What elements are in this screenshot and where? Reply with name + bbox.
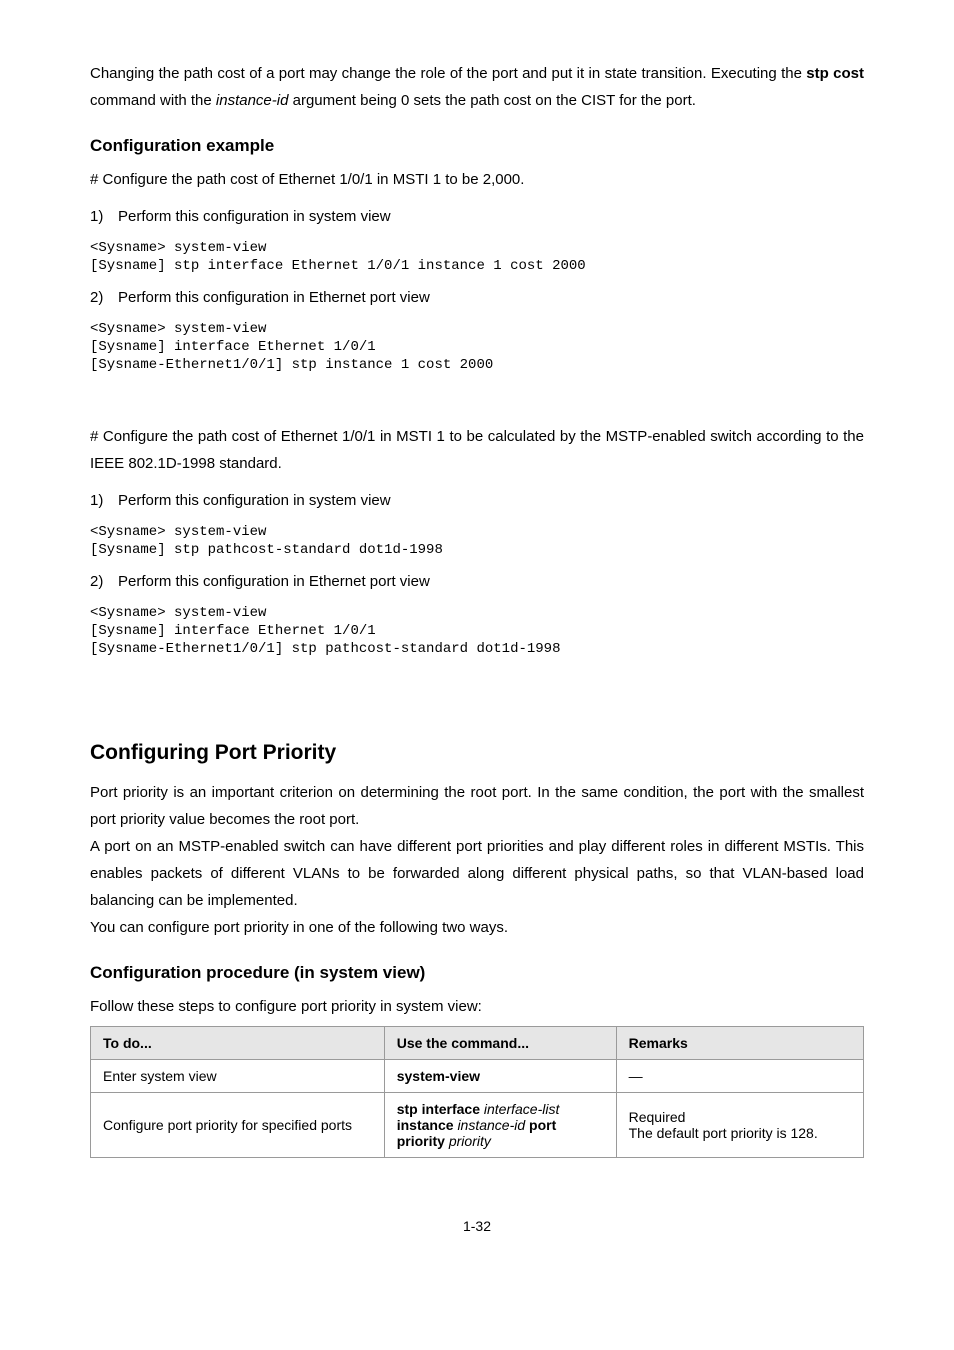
intro-italic-arg: instance-id <box>216 92 289 109</box>
table-cell-r2c1: Configure port priority for specified po… <box>91 1093 385 1158</box>
list-number-2: 2) <box>90 284 118 311</box>
page-container: Changing the path cost of a port may cha… <box>0 0 954 1274</box>
page-number: 1-32 <box>90 1218 864 1234</box>
example1-intro: # Configure the path cost of Ethernet 1/… <box>90 166 864 193</box>
list-text-eth: Perform this configuration in Ethernet p… <box>118 573 430 590</box>
code-line: [Sysname-Ethernet1/0/1] stp pathcost-sta… <box>90 641 864 657</box>
sys-view-intro: Follow these steps to configure port pri… <box>90 993 864 1020</box>
code-line: <Sysname> system-view <box>90 524 864 540</box>
example1-item1: 1)Perform this configuration in system v… <box>90 203 864 230</box>
code-line: <Sysname> system-view <box>90 240 864 256</box>
example2-item1: 1)Perform this configuration in system v… <box>90 487 864 514</box>
table-header-row: To do... Use the command... Remarks <box>91 1027 864 1060</box>
table-cell-r2c2: stp interface interface-list instance in… <box>384 1093 616 1158</box>
table-cell-r1c1: Enter system view <box>91 1060 385 1093</box>
intro-paragraph: Changing the path cost of a port may cha… <box>90 60 864 114</box>
table-header-todo: To do... <box>91 1027 385 1060</box>
port-priority-p2: A port on an MSTP-enabled switch can hav… <box>90 833 864 914</box>
code-line: [Sysname] interface Ethernet 1/0/1 <box>90 623 864 639</box>
list-text-eth: Perform this configuration in Ethernet p… <box>118 289 430 306</box>
cmd-text: system-view <box>397 1068 480 1084</box>
table-cell-r1c3: — <box>616 1060 863 1093</box>
code-line: [Sysname] stp interface Ethernet 1/0/1 i… <box>90 258 864 274</box>
list-number-1: 1) <box>90 487 118 514</box>
config-table: To do... Use the command... Remarks Ente… <box>90 1026 864 1158</box>
table-header-command: Use the command... <box>384 1027 616 1060</box>
code-line: [Sysname] interface Ethernet 1/0/1 <box>90 339 864 355</box>
cmd-italic: interface-list <box>484 1101 559 1117</box>
remark-required: Required <box>629 1109 851 1125</box>
code-line: <Sysname> system-view <box>90 321 864 337</box>
port-priority-heading: Configuring Port Priority <box>90 741 864 765</box>
table-header-remarks: Remarks <box>616 1027 863 1060</box>
port-priority-p3: You can configure port priority in one o… <box>90 914 864 941</box>
table-row: Enter system view system-view — <box>91 1060 864 1093</box>
example1-item2: 2)Perform this configuration in Ethernet… <box>90 284 864 311</box>
code-line: [Sysname-Ethernet1/0/1] stp instance 1 c… <box>90 357 864 373</box>
port-priority-p1: Port priority is an important criterion … <box>90 779 864 833</box>
list-number-2: 2) <box>90 568 118 595</box>
list-text-sys: Perform this configuration in system vie… <box>118 208 391 225</box>
table-row: Configure port priority for specified po… <box>91 1093 864 1158</box>
sys-view-heading: Configuration procedure (in system view) <box>90 963 864 983</box>
example2-intro: # Configure the path cost of Ethernet 1/… <box>90 423 864 477</box>
intro-text-e: argument being 0 sets the path cost on t… <box>288 92 695 109</box>
remark-default: The default port priority is 128. <box>629 1125 851 1141</box>
intro-bold-cmd: stp cost <box>806 65 864 82</box>
code-line: <Sysname> system-view <box>90 605 864 621</box>
cmd-bold: instance <box>397 1117 458 1133</box>
code-line: [Sysname] stp pathcost-standard dot1d-19… <box>90 542 864 558</box>
table-cell-r2c3: Required The default port priority is 12… <box>616 1093 863 1158</box>
intro-text-a: Changing the path cost of a port may cha… <box>90 65 806 82</box>
config-example-heading: Configuration example <box>90 136 864 156</box>
table-cell-r1c2: system-view <box>384 1060 616 1093</box>
cmd-italic: instance-id <box>457 1117 525 1133</box>
example2-item2: 2)Perform this configuration in Ethernet… <box>90 568 864 595</box>
cmd-italic: priority <box>449 1133 491 1149</box>
list-number-1: 1) <box>90 203 118 230</box>
intro-text-c: command with the <box>90 92 216 109</box>
cmd-bold: stp interface <box>397 1101 484 1117</box>
list-text-sys: Perform this configuration in system vie… <box>118 492 391 509</box>
